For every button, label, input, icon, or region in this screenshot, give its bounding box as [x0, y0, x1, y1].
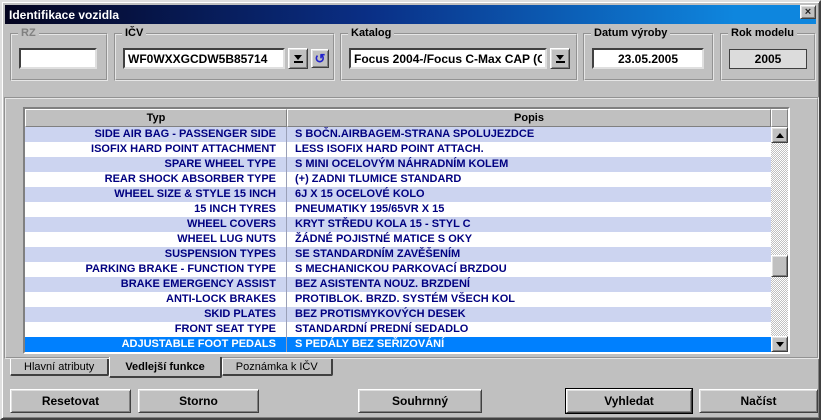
- refresh-icon: ↺: [315, 52, 326, 65]
- popis-cell: 6J X 15 OCELOVÉ KOLO: [287, 187, 771, 202]
- table-row[interactable]: ADJUSTABLE FOOT PEDALSS PEDÁLY BEZ SEŘIZ…: [25, 337, 771, 352]
- icv-dropdown-button[interactable]: [288, 48, 308, 69]
- rz-label: RZ: [18, 27, 39, 39]
- dropdown-arrow-icon: [294, 55, 302, 60]
- popis-cell: S MINI OCELOVÝM NÁHRADNÍM KOLEM: [287, 157, 771, 172]
- arrow-up-icon: [776, 133, 784, 138]
- katalog-combobox[interactable]: [349, 48, 547, 69]
- datum-vyroby-input[interactable]: [592, 48, 704, 69]
- typ-cell: SKID PLATES: [25, 307, 287, 322]
- rz-input[interactable]: [19, 48, 97, 69]
- scroll-up-button[interactable]: [771, 127, 788, 143]
- column-header-typ[interactable]: Typ: [25, 109, 287, 127]
- group-datum-vyroby: Datum výroby: [583, 33, 714, 81]
- tab-strip: Hlavní atributyVedlejší funkcePoznámka k…: [10, 359, 333, 381]
- group-rz: RZ: [10, 33, 108, 81]
- header-corner: [771, 109, 788, 127]
- typ-cell: ADJUSTABLE FOOT PEDALS: [25, 337, 287, 352]
- popis-cell: SE STANDARDNÍM ZAVĚŠENÍM: [287, 247, 771, 262]
- storno-button[interactable]: Storno: [138, 389, 259, 413]
- katalog-label: Katalog: [348, 27, 394, 39]
- popis-cell: KRYT STŘEDU KOLA 15 - STYL C: [287, 217, 771, 232]
- popis-cell: (+) ZADNI TLUMICE STANDARD: [287, 172, 771, 187]
- icv-refresh-button[interactable]: ↺: [311, 49, 329, 68]
- tab-pozn-mka-k-i-v[interactable]: Poznámka k IČV: [222, 359, 333, 376]
- popis-cell: BEZ PROTISMYKOVÝCH DESEK: [287, 307, 771, 322]
- table-row[interactable]: SIDE AIR BAG - PASSENGER SIDES BOČN.AIRB…: [25, 127, 771, 142]
- table-row[interactable]: ISOFIX HARD POINT ATTACHMENTLESS ISOFIX …: [25, 142, 771, 157]
- table-row[interactable]: WHEEL SIZE & STYLE 15 INCH6J X 15 OCELOV…: [25, 187, 771, 202]
- close-icon: ×: [805, 7, 811, 18]
- typ-cell: 15 INCH TYRES: [25, 202, 287, 217]
- arrow-down-icon: [776, 342, 784, 347]
- typ-cell: ISOFIX HARD POINT ATTACHMENT: [25, 142, 287, 157]
- popis-cell: ŽÁDNÉ POJISTNÉ MATICE S OKY: [287, 232, 771, 247]
- dialog-identifikace-vozidla: Identifikace vozidla × RZ IČV ↺ Katalog: [0, 0, 821, 420]
- table-row[interactable]: REAR SHOCK ABSORBER TYPE(+) ZADNI TLUMIC…: [25, 172, 771, 187]
- table-row[interactable]: 15 INCH TYRESPNEUMATIKY 195/65VR X 15: [25, 202, 771, 217]
- katalog-dropdown-button[interactable]: [550, 48, 570, 69]
- title-bar: Identifikace vozidla: [5, 5, 816, 24]
- table-row[interactable]: BRAKE EMERGENCY ASSISTBEZ ASISTENTA NOUZ…: [25, 277, 771, 292]
- popis-cell: S BOČN.AIRBAGEM-STRANA SPOLUJEZDCE: [287, 127, 771, 142]
- datum-vyroby-label: Datum výroby: [591, 27, 670, 39]
- icv-input[interactable]: [123, 48, 285, 69]
- resetovat-button[interactable]: Resetovat: [10, 389, 131, 413]
- table-header: Typ Popis: [25, 109, 788, 127]
- dropdown-underline-icon: [556, 61, 565, 63]
- table-row[interactable]: FRONT SEAT TYPESTANDARDNÍ PREDNÍ SEDADLO: [25, 322, 771, 337]
- group-katalog: Katalog: [340, 33, 578, 81]
- scrollbar-track[interactable]: [771, 143, 788, 336]
- vertical-scrollbar[interactable]: [771, 127, 788, 352]
- group-rok-modelu: Rok modelu: [720, 33, 816, 81]
- typ-cell: PARKING BRAKE - FUNCTION TYPE: [25, 262, 287, 277]
- icv-label: IČV: [122, 27, 146, 39]
- typ-cell: SIDE AIR BAG - PASSENGER SIDE: [25, 127, 287, 142]
- typ-cell: SPARE WHEEL TYPE: [25, 157, 287, 172]
- typ-cell: FRONT SEAT TYPE: [25, 322, 287, 337]
- table-row[interactable]: ANTI-LOCK BRAKESPROTIBLOK. BRZD. SYSTÉM …: [25, 292, 771, 307]
- table-row[interactable]: SPARE WHEEL TYPES MINI OCELOVÝM NÁHRADNÍ…: [25, 157, 771, 172]
- typ-cell: BRAKE EMERGENCY ASSIST: [25, 277, 287, 292]
- table-body: SIDE AIR BAG - PASSENGER SIDES BOČN.AIRB…: [25, 127, 788, 352]
- typ-cell: REAR SHOCK ABSORBER TYPE: [25, 172, 287, 187]
- tab-vedlej-funkce[interactable]: Vedlejší funkce: [109, 357, 221, 378]
- table-row[interactable]: PARKING BRAKE - FUNCTION TYPES MECHANICK…: [25, 262, 771, 277]
- popis-cell: S MECHANICKOU PARKOVACÍ BRZDOU: [287, 262, 771, 277]
- column-header-popis[interactable]: Popis: [287, 109, 771, 127]
- popis-cell: BEZ ASISTENTA NOUZ. BRZDENÍ: [287, 277, 771, 292]
- popis-cell: LESS ISOFIX HARD POINT ATTACH.: [287, 142, 771, 157]
- rok-modelu-label: Rok modelu: [728, 27, 797, 39]
- rok-modelu-field: [729, 49, 807, 69]
- typ-cell: WHEEL SIZE & STYLE 15 INCH: [25, 187, 287, 202]
- group-icv: IČV ↺: [114, 33, 335, 81]
- table-row[interactable]: WHEEL LUG NUTSŽÁDNÉ POJISTNÉ MATICE S OK…: [25, 232, 771, 247]
- popis-cell: STANDARDNÍ PREDNÍ SEDADLO: [287, 322, 771, 337]
- typ-cell: WHEEL LUG NUTS: [25, 232, 287, 247]
- typ-cell: SUSPENSION TYPES: [25, 247, 287, 262]
- nacist-button[interactable]: Načíst: [699, 389, 818, 413]
- tab-page-panel: Typ Popis SIDE AIR BAG - PASSENGER SIDES…: [4, 97, 819, 359]
- vyhledat-button[interactable]: Vyhledat: [566, 389, 692, 413]
- window-title: Identifikace vozidla: [9, 8, 119, 22]
- popis-cell: PNEUMATIKY 195/65VR X 15: [287, 202, 771, 217]
- typ-cell: WHEEL COVERS: [25, 217, 287, 232]
- typ-cell: ANTI-LOCK BRAKES: [25, 292, 287, 307]
- popis-cell: S PEDÁLY BEZ SEŘIZOVÁNÍ: [287, 337, 771, 352]
- popis-cell: PROTIBLOK. BRZD. SYSTÉM VŠECH KOL: [287, 292, 771, 307]
- table-row[interactable]: SUSPENSION TYPESSE STANDARDNÍM ZAVĚŠENÍM: [25, 247, 771, 262]
- scroll-down-button[interactable]: [771, 336, 788, 352]
- table-row[interactable]: SKID PLATESBEZ PROTISMYKOVÝCH DESEK: [25, 307, 771, 322]
- scrollbar-thumb[interactable]: [771, 255, 788, 277]
- table-row[interactable]: WHEEL COVERSKRYT STŘEDU KOLA 15 - STYL C: [25, 217, 771, 232]
- attributes-table: Typ Popis SIDE AIR BAG - PASSENGER SIDES…: [23, 107, 790, 354]
- close-button[interactable]: ×: [800, 5, 816, 19]
- tab-hlavn-atributy[interactable]: Hlavní atributy: [10, 359, 109, 376]
- dropdown-arrow-icon: [556, 55, 564, 60]
- souhrnny-button[interactable]: Souhrnný: [358, 389, 482, 413]
- dropdown-underline-icon: [294, 61, 303, 63]
